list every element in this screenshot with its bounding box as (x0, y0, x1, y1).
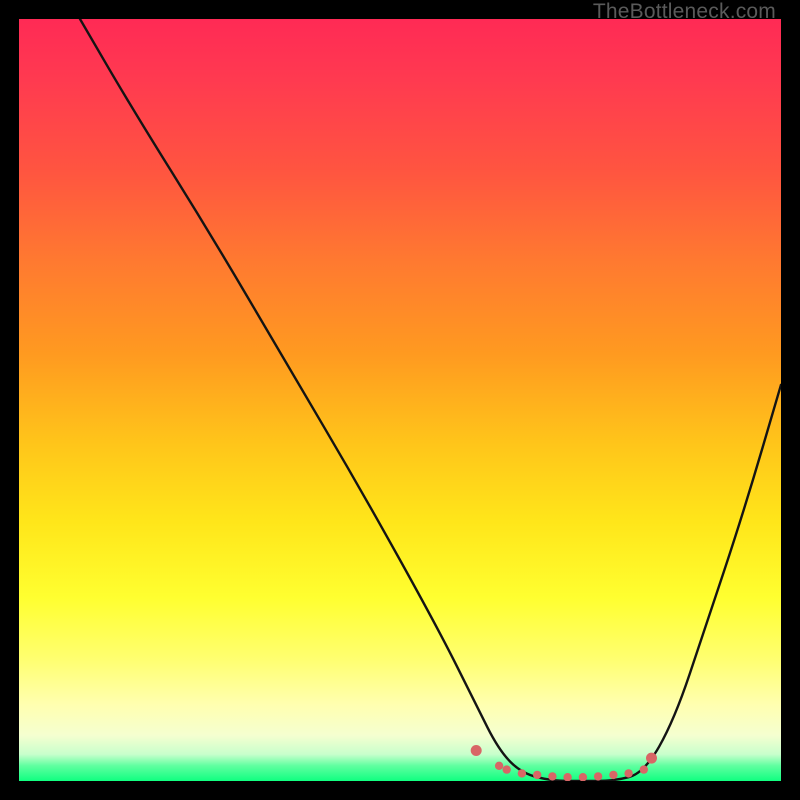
chart-frame: TheBottleneck.com (0, 0, 800, 800)
watermark-text: TheBottleneck.com (593, 0, 776, 24)
heat-gradient-plot (19, 19, 781, 781)
